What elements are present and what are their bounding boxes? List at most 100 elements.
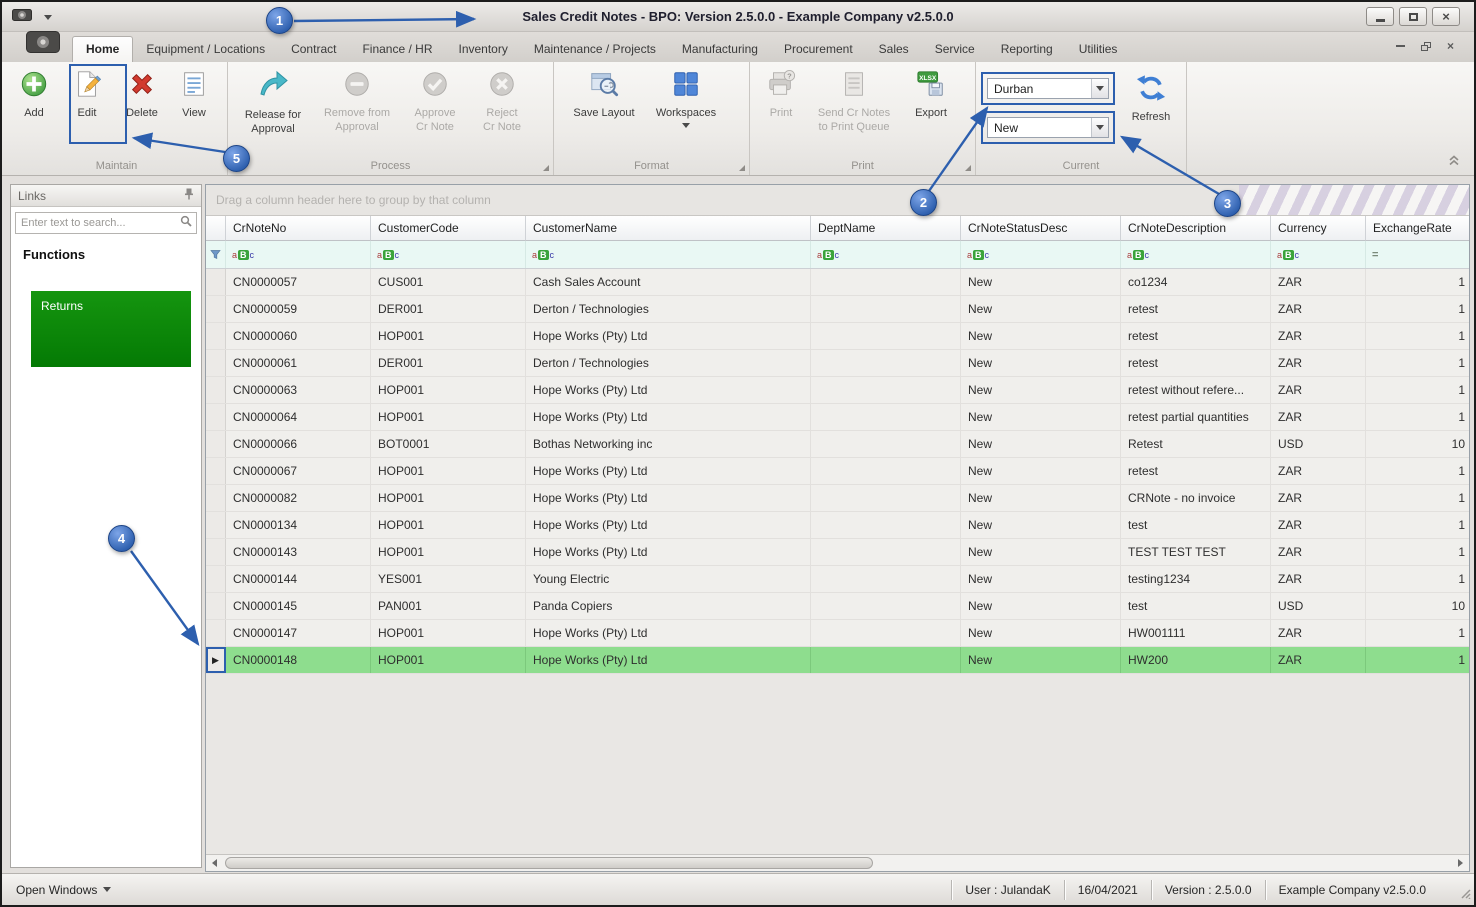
table-row[interactable]: CN0000063 HOP001 Hope Works (Pty) Ltd New re… bbox=[206, 377, 1469, 404]
cell-crnoteno[interactable]: CN0000082 bbox=[226, 485, 371, 511]
cell-crnoteno[interactable]: CN0000067 bbox=[226, 458, 371, 484]
cell-crnotestatusdesc[interactable]: New bbox=[961, 566, 1121, 592]
cell-crnoteno[interactable]: CN0000148 bbox=[226, 647, 371, 673]
scroll-right-button[interactable] bbox=[1452, 855, 1469, 871]
cell-exchangerate[interactable]: 1 bbox=[1366, 647, 1469, 673]
cell-customercode[interactable]: DER001 bbox=[371, 296, 526, 322]
cell-deptname[interactable] bbox=[811, 539, 961, 565]
cell-exchangerate[interactable]: 10 bbox=[1366, 593, 1469, 619]
selected-row-indicator[interactable]: ▶ bbox=[206, 647, 226, 673]
cell-crnoteno[interactable]: CN0000147 bbox=[226, 620, 371, 646]
export-button[interactable]: XLSX Export bbox=[902, 66, 960, 121]
scrollbar-thumb[interactable] bbox=[225, 857, 873, 869]
cell-crnotestatusdesc[interactable]: New bbox=[961, 485, 1121, 511]
cell-exchangerate[interactable]: 1 bbox=[1366, 323, 1469, 349]
cell-customername[interactable]: Hope Works (Pty) Ltd bbox=[526, 512, 811, 538]
cell-crnotedescription[interactable]: test bbox=[1121, 593, 1271, 619]
cell-deptname[interactable] bbox=[811, 485, 961, 511]
search-input[interactable] bbox=[16, 217, 180, 229]
cell-crnoteno[interactable]: CN0000066 bbox=[226, 431, 371, 457]
cell-exchangerate[interactable]: 1 bbox=[1366, 269, 1469, 295]
resize-grip[interactable] bbox=[1459, 887, 1471, 902]
filter-cell-crnotestatusdesc[interactable]: aBc bbox=[961, 241, 1121, 268]
table-row[interactable]: CN0000066 BOT0001 Bothas Networking inc New… bbox=[206, 431, 1469, 458]
cell-crnoteno[interactable]: CN0000059 bbox=[226, 296, 371, 322]
minimize-button[interactable] bbox=[1366, 7, 1394, 26]
column-header-customercode[interactable]: CustomerCode bbox=[371, 216, 526, 241]
table-row[interactable]: CN0000082 HOP001 Hope Works (Pty) Ltd New CR… bbox=[206, 485, 1469, 512]
search-icon[interactable] bbox=[180, 214, 192, 232]
cell-deptname[interactable] bbox=[811, 296, 961, 322]
cell-exchangerate[interactable]: 1 bbox=[1366, 620, 1469, 646]
tab-home[interactable]: Home bbox=[72, 36, 134, 62]
ribbon-collapse-icon[interactable] bbox=[1448, 153, 1460, 171]
cell-crnotestatusdesc[interactable]: New bbox=[961, 404, 1121, 430]
print-dialog-launcher[interactable] bbox=[965, 165, 971, 171]
tab-reporting[interactable]: Reporting bbox=[988, 37, 1066, 62]
tab-procurement[interactable]: Procurement bbox=[771, 37, 866, 62]
cell-customername[interactable]: Hope Works (Pty) Ltd bbox=[526, 647, 811, 673]
cell-deptname[interactable] bbox=[811, 323, 961, 349]
filter-cell-crnotedescription[interactable]: aBc bbox=[1121, 241, 1271, 268]
status-dropdown-button[interactable] bbox=[1091, 118, 1108, 137]
cell-currency[interactable]: ZAR bbox=[1271, 458, 1366, 484]
cell-crnotestatusdesc[interactable]: New bbox=[961, 458, 1121, 484]
workspaces-button[interactable]: Workspaces bbox=[644, 66, 728, 128]
cell-crnotedescription[interactable]: retest bbox=[1121, 296, 1271, 322]
cell-crnotestatusdesc[interactable]: New bbox=[961, 323, 1121, 349]
cell-crnoteno[interactable]: CN0000144 bbox=[226, 566, 371, 592]
table-row[interactable]: CN0000143 HOP001 Hope Works (Pty) Ltd New TE… bbox=[206, 539, 1469, 566]
table-row[interactable]: CN0000067 HOP001 Hope Works (Pty) Ltd New re… bbox=[206, 458, 1469, 485]
cell-crnotestatusdesc[interactable]: New bbox=[961, 269, 1121, 295]
cell-customercode[interactable]: HOP001 bbox=[371, 323, 526, 349]
table-row[interactable]: CN0000145 PAN001 Panda Copiers New test USD 10 bbox=[206, 593, 1469, 620]
cell-crnotestatusdesc[interactable]: New bbox=[961, 647, 1121, 673]
table-row[interactable]: CN0000144 YES001 Young Electric New testing1… bbox=[206, 566, 1469, 593]
cell-exchangerate[interactable]: 1 bbox=[1366, 296, 1469, 322]
row-indicator[interactable] bbox=[206, 377, 226, 403]
cell-currency[interactable]: ZAR bbox=[1271, 323, 1366, 349]
save-layout-button[interactable]: Save Layout bbox=[564, 66, 644, 121]
row-indicator[interactable] bbox=[206, 620, 226, 646]
maximize-button[interactable] bbox=[1399, 7, 1427, 26]
row-indicator[interactable] bbox=[206, 512, 226, 538]
cell-crnoteno[interactable]: CN0000057 bbox=[226, 269, 371, 295]
open-windows-button[interactable]: Open Windows bbox=[2, 883, 112, 897]
table-row[interactable]: CN0000057 CUS001 Cash Sales Account New co12… bbox=[206, 269, 1469, 296]
column-header-customername[interactable]: CustomerName bbox=[526, 216, 811, 241]
cell-crnotestatusdesc[interactable]: New bbox=[961, 296, 1121, 322]
cell-customercode[interactable]: HOP001 bbox=[371, 485, 526, 511]
column-header-crnotedescription[interactable]: CrNoteDescription bbox=[1121, 216, 1271, 241]
cell-crnoteno[interactable]: CN0000134 bbox=[226, 512, 371, 538]
row-indicator[interactable] bbox=[206, 566, 226, 592]
status-dropdown[interactable]: New bbox=[987, 117, 1109, 138]
cell-deptname[interactable] bbox=[811, 431, 961, 457]
cell-crnotestatusdesc[interactable]: New bbox=[961, 620, 1121, 646]
column-header-deptname[interactable]: DeptName bbox=[811, 216, 961, 241]
cell-currency[interactable]: USD bbox=[1271, 593, 1366, 619]
row-indicator[interactable] bbox=[206, 404, 226, 430]
cell-customercode[interactable]: HOP001 bbox=[371, 377, 526, 403]
tab-sales[interactable]: Sales bbox=[866, 37, 922, 62]
site-dropdown[interactable]: Durban bbox=[987, 78, 1109, 99]
row-indicator[interactable] bbox=[206, 269, 226, 295]
cell-customername[interactable]: Hope Works (Pty) Ltd bbox=[526, 323, 811, 349]
cell-deptname[interactable] bbox=[811, 512, 961, 538]
cell-crnotedescription[interactable]: test bbox=[1121, 512, 1271, 538]
cell-customername[interactable]: Derton / Technologies bbox=[526, 296, 811, 322]
cell-crnotestatusdesc[interactable]: New bbox=[961, 377, 1121, 403]
cell-deptname[interactable] bbox=[811, 620, 961, 646]
tab-equipment-locations[interactable]: Equipment / Locations bbox=[133, 37, 278, 62]
row-indicator[interactable] bbox=[206, 593, 226, 619]
tab-finance-hr[interactable]: Finance / HR bbox=[349, 37, 445, 62]
tab-contract[interactable]: Contract bbox=[278, 37, 349, 62]
horizontal-scrollbar[interactable] bbox=[206, 854, 1469, 871]
tab-service[interactable]: Service bbox=[922, 37, 988, 62]
table-row[interactable]: CN0000147 HOP001 Hope Works (Pty) Ltd New HW… bbox=[206, 620, 1469, 647]
cell-customercode[interactable]: HOP001 bbox=[371, 539, 526, 565]
cell-exchangerate[interactable]: 1 bbox=[1366, 350, 1469, 376]
cell-crnotestatusdesc[interactable]: New bbox=[961, 431, 1121, 457]
cell-currency[interactable]: ZAR bbox=[1271, 296, 1366, 322]
cell-currency[interactable]: ZAR bbox=[1271, 404, 1366, 430]
cell-exchangerate[interactable]: 1 bbox=[1366, 566, 1469, 592]
